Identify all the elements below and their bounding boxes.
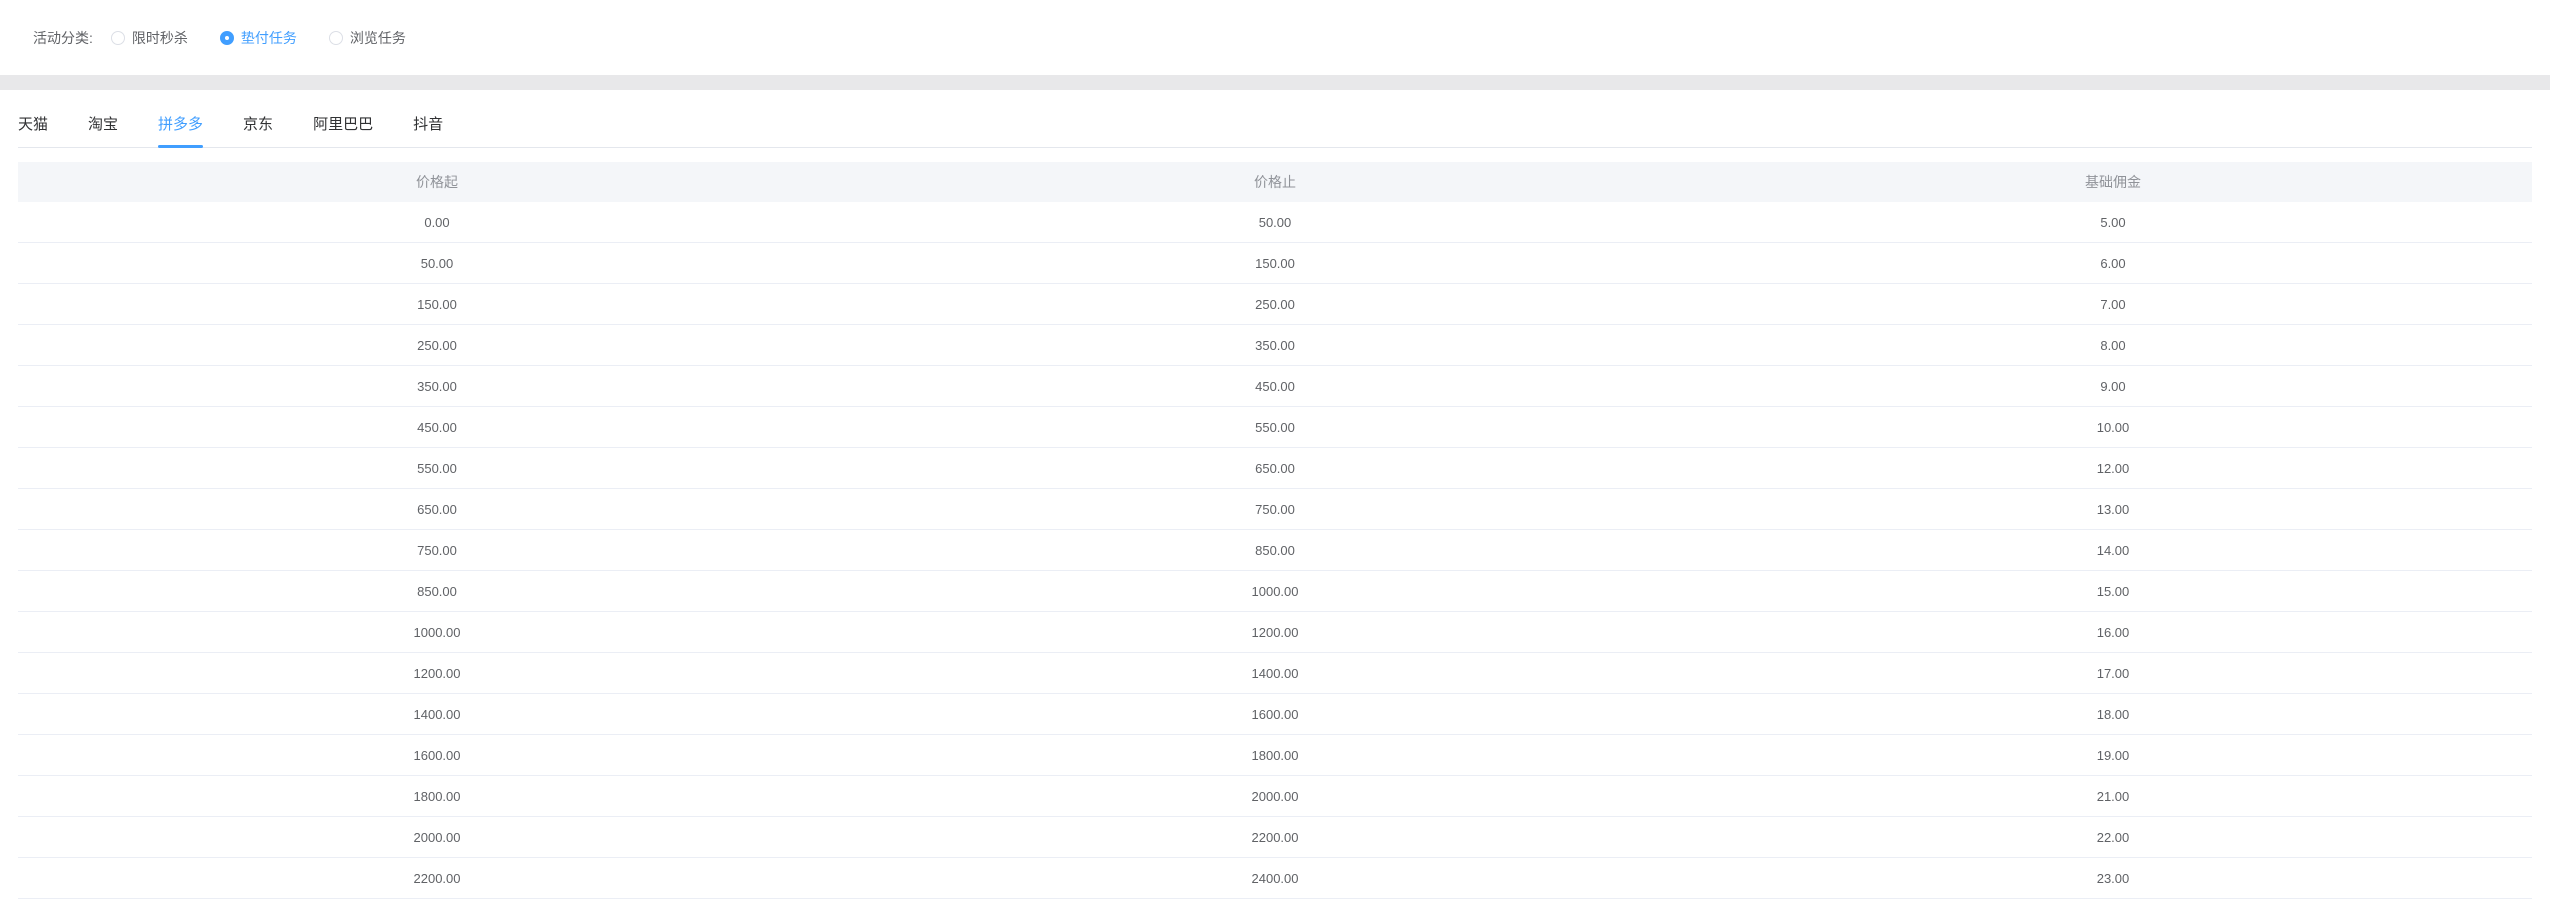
tab-taobao[interactable]: 淘宝: [88, 106, 118, 147]
table-row: 750.00 850.00 14.00: [18, 530, 2532, 571]
table-cell: 2000.00: [413, 829, 461, 845]
tab-alibaba[interactable]: 阿里巴巴: [313, 106, 373, 147]
table-cell: 150.00: [1255, 255, 1295, 271]
tab-pinduoduo[interactable]: 拼多多: [158, 106, 204, 148]
table-cell: 250.00: [417, 337, 457, 353]
platform-tabs: 天猫 淘宝 拼多多 京东 阿里巴巴 抖音: [18, 106, 2532, 148]
table-row: 0.00 50.00 5.00: [18, 202, 2532, 243]
activity-filter-bar: 活动分类: 限时秒杀 垫付任务 浏览任务: [0, 0, 2550, 75]
table-cell: 13.00: [2096, 501, 2130, 517]
table-row: 250.00 350.00 8.00: [18, 325, 2532, 366]
table-row: 1000.00 1200.00 16.00: [18, 612, 2532, 653]
section-separator: [0, 75, 2550, 90]
table-cell: 1000.00: [413, 624, 461, 640]
table-header-row: 价格起 价格止 基础佣金: [18, 162, 2532, 202]
radio-option-label: 限时秒杀: [131, 29, 188, 46]
table-cell: 14.00: [2096, 542, 2130, 558]
tab-douyin[interactable]: 抖音: [413, 106, 443, 147]
page: 活动分类: 限时秒杀 垫付任务 浏览任务 天猫 淘宝 拼多多 京东 阿里巴巴 抖音 价格起…: [0, 0, 2550, 899]
table-row: 1800.00 2000.00 21.00: [18, 776, 2532, 817]
table-cell: 1000.00: [1251, 583, 1299, 599]
table-cell: 16.00: [2096, 624, 2130, 640]
table-cell: 22.00: [2096, 829, 2130, 845]
activity-category-radio-group: 限时秒杀 垫付任务 浏览任务: [110, 28, 438, 48]
table-cell: 15.00: [2096, 583, 2130, 599]
table-cell: 19.00: [2096, 747, 2130, 763]
table-row: 650.00 750.00 13.00: [18, 489, 2532, 530]
browse-task-radio[interactable]: 浏览任务: [328, 28, 406, 48]
table-cell: 750.00: [417, 542, 457, 558]
table-row: 1400.00 1600.00 18.00: [18, 694, 2532, 735]
table-cell: 6.00: [2100, 255, 2126, 271]
radio-circle-icon: [110, 30, 125, 45]
table-row: 350.00 450.00 9.00: [18, 366, 2532, 407]
table-cell: 50.00: [1258, 214, 1292, 230]
tab-tmall[interactable]: 天猫: [18, 106, 48, 147]
table-cell: 650.00: [417, 501, 457, 517]
table-row: 450.00 550.00 10.00: [18, 407, 2532, 448]
table-cell: 12.00: [2096, 460, 2130, 476]
table-cell: 17.00: [2096, 665, 2130, 681]
table-cell: 18.00: [2096, 706, 2130, 722]
table-cell: 850.00: [1255, 542, 1295, 558]
table-cell: 1200.00: [413, 665, 461, 681]
table-cell: 1400.00: [413, 706, 461, 722]
table-cell: 2400.00: [1251, 870, 1299, 886]
table-cell: 1600.00: [1251, 706, 1299, 722]
content-panel: 天猫 淘宝 拼多多 京东 阿里巴巴 抖音 价格起 价格止 基础佣金 0.00 50.00 5.00…: [0, 90, 2550, 899]
table-cell: 450.00: [1255, 378, 1295, 394]
table-cell: 10.00: [2096, 419, 2130, 435]
table-cell: 750.00: [1255, 501, 1295, 517]
table-row: 850.00 1000.00 15.00: [18, 571, 2532, 612]
table-body: 0.00 50.00 5.00 50.00 150.00 6.00 150.00 250.00…: [18, 202, 2532, 899]
table-cell: 1800.00: [1251, 747, 1299, 763]
column-header: 基础佣金: [2085, 174, 2141, 190]
table-cell: 0.00: [424, 214, 450, 230]
table-cell: 2200.00: [1251, 829, 1299, 845]
column-header: 价格起: [416, 174, 458, 190]
table-cell: 350.00: [1255, 337, 1295, 353]
table-cell: 450.00: [417, 419, 457, 435]
table-cell: 550.00: [1255, 419, 1295, 435]
table-row: 550.00 650.00 12.00: [18, 448, 2532, 489]
table-cell: 1200.00: [1251, 624, 1299, 640]
table-cell: 250.00: [1255, 296, 1295, 312]
table-row: 50.00 150.00 6.00: [18, 243, 2532, 284]
table-cell: 1400.00: [1251, 665, 1299, 681]
table-cell: 1800.00: [413, 788, 461, 804]
table-cell: 23.00: [2096, 870, 2130, 886]
table-row: 1600.00 1800.00 19.00: [18, 735, 2532, 776]
table-cell: 2000.00: [1251, 788, 1299, 804]
table-cell: 50.00: [420, 255, 454, 271]
radio-option-label: 垫付任务: [240, 29, 297, 46]
table-cell: 850.00: [417, 583, 457, 599]
table-cell: 21.00: [2096, 788, 2130, 804]
table-cell: 5.00: [2100, 214, 2126, 230]
table-cell: 650.00: [1255, 460, 1295, 476]
column-header: 价格止: [1254, 174, 1296, 190]
commission-table: 价格起 价格止 基础佣金 0.00 50.00 5.00 50.00 150.00 6.00 1…: [18, 162, 2532, 899]
table-row: 2000.00 2200.00 22.00: [18, 817, 2532, 858]
radio-circle-icon: [219, 30, 234, 45]
tab-jd[interactable]: 京东: [243, 106, 273, 147]
table-cell: 9.00: [2100, 378, 2126, 394]
table-cell: 350.00: [417, 378, 457, 394]
table-cell: 2200.00: [413, 870, 461, 886]
table-cell: 8.00: [2100, 337, 2126, 353]
table-cell: 150.00: [417, 296, 457, 312]
radio-circle-icon: [328, 30, 343, 45]
radio-option-label: 浏览任务: [349, 29, 406, 46]
flash-sale-radio[interactable]: 限时秒杀: [110, 28, 188, 48]
activity-category-label: 活动分类:: [33, 29, 93, 46]
table-row: 150.00 250.00 7.00: [18, 284, 2532, 325]
table-cell: 1600.00: [413, 747, 461, 763]
table-cell: 550.00: [417, 460, 457, 476]
table-row: 1200.00 1400.00 17.00: [18, 653, 2532, 694]
table-cell: 7.00: [2100, 296, 2126, 312]
advance-task-radio[interactable]: 垫付任务: [219, 28, 297, 48]
table-row: 2200.00 2400.00 23.00: [18, 858, 2532, 899]
